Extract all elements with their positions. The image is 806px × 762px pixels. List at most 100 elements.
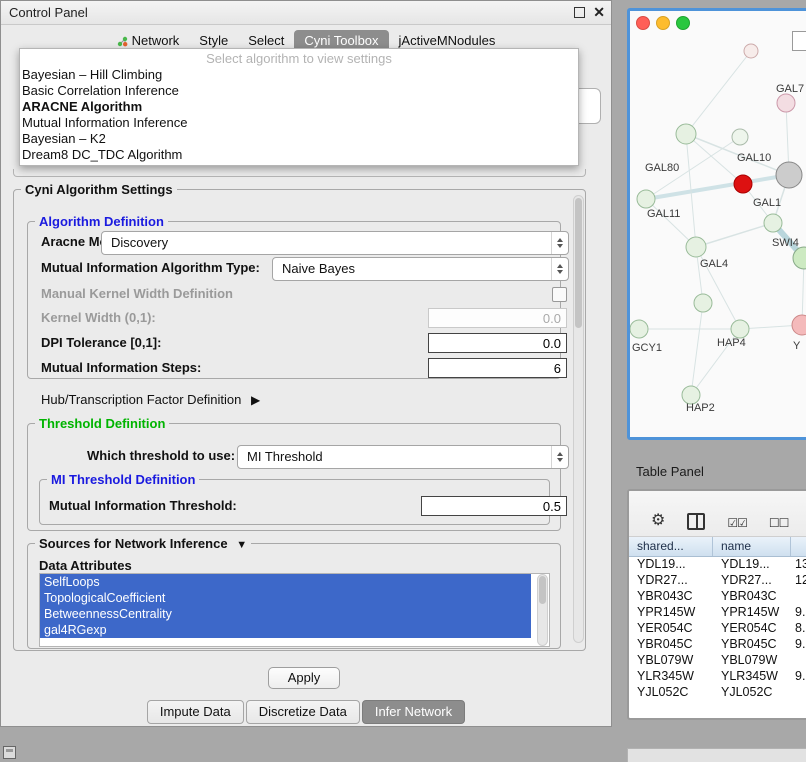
window-zoom-button[interactable] — [676, 16, 690, 30]
network-node[interactable] — [792, 315, 806, 335]
table-cell: YDL19... — [629, 556, 713, 572]
table-cell: YLR345W — [629, 668, 713, 684]
network-node[interactable] — [744, 44, 758, 58]
table-cell: YER054C — [713, 620, 791, 636]
attribute-item[interactable]: BetweennessCentrality — [40, 606, 531, 622]
window-close-button[interactable] — [636, 16, 650, 30]
columns-icon[interactable] — [687, 513, 705, 530]
node-label: GAL4 — [700, 258, 728, 270]
mi-threshold-group-title: MI Threshold Definition — [47, 472, 199, 487]
toolbar-fragment — [792, 31, 806, 51]
kernel-width-field[interactable] — [428, 308, 567, 328]
which-threshold-value: MI Threshold — [238, 447, 551, 467]
table-cell: YBL079W — [713, 652, 791, 668]
node-label: GAL1 — [753, 197, 781, 209]
network-tab-icon — [117, 36, 128, 47]
network-node[interactable] — [694, 294, 712, 312]
node-label: GAL10 — [737, 152, 771, 164]
network-node[interactable] — [676, 124, 696, 144]
algorithm-option[interactable]: Mutual Information Inference — [20, 115, 578, 131]
algorithm-dropdown-popup: Select algorithm to view settings Bayesi… — [19, 48, 579, 166]
kernel-width-label: Kernel Width (0,1): — [41, 307, 156, 329]
table-cell: 9. — [791, 604, 806, 620]
bottom-tab-infer-network[interactable]: Infer Network — [362, 700, 465, 724]
collapse-arrow-icon: ▼ — [236, 539, 247, 551]
table-row[interactable]: YLR345WYLR345W9. — [629, 668, 806, 684]
network-node[interactable] — [734, 175, 752, 193]
table-cell: YJL052C — [629, 684, 713, 700]
combo-stepper-icon — [551, 446, 568, 468]
network-edge — [686, 51, 751, 134]
algorithm-option[interactable]: Dream8 DC_TDC Algorithm — [20, 147, 578, 163]
attributes-scrollbar-thumb[interactable] — [539, 576, 546, 604]
aracne-mode-value: Discovery — [102, 233, 551, 253]
network-node[interactable] — [686, 237, 706, 257]
mi-threshold-field[interactable] — [421, 496, 567, 516]
table-row[interactable]: YJL052CYJL052C — [629, 684, 806, 700]
gear-icon[interactable]: ⚙ — [651, 512, 665, 530]
table-panel-title: Table Panel — [636, 464, 704, 479]
table-row[interactable]: YBR043CYBR043C — [629, 588, 806, 604]
minimized-panel-icon[interactable] — [3, 746, 16, 759]
sources-group-title[interactable]: Sources for Network Inference ▼ — [35, 536, 251, 551]
aracne-mode-combobox[interactable]: Discovery — [101, 231, 569, 255]
deselect-all-icon[interactable]: ☐☐ — [769, 516, 789, 530]
settings-scrollbar[interactable] — [573, 195, 584, 643]
attribute-item[interactable]: TopologicalCoefficient — [40, 590, 531, 606]
network-node[interactable] — [776, 162, 802, 188]
attribute-item[interactable]: SelfLoops — [40, 574, 531, 590]
column-header[interactable]: name — [713, 537, 791, 556]
attribute-item[interactable]: gal4RGexp — [40, 622, 531, 638]
sources-title-text: Sources for Network Inference — [39, 536, 228, 551]
algorithm-option[interactable]: Bayesian – Hill Climbing — [20, 67, 578, 83]
table-cell: 9. — [791, 668, 806, 684]
node-label: Y — [793, 340, 801, 352]
float-window-icon[interactable] — [574, 7, 585, 18]
table-cell: YLR345W — [713, 668, 791, 684]
column-header[interactable]: shared... — [629, 537, 713, 556]
network-node[interactable] — [630, 320, 648, 338]
mi-steps-field[interactable] — [428, 358, 567, 378]
dpi-tolerance-field[interactable] — [428, 333, 567, 353]
network-node[interactable] — [777, 94, 795, 112]
table-body: YDL19...YDL19...13YDR27...YDR27...12YBR0… — [629, 556, 806, 700]
algorithm-option[interactable]: ARACNE Algorithm — [20, 99, 578, 115]
network-node[interactable] — [731, 320, 749, 338]
mi-type-value: Naive Bayes — [273, 259, 551, 279]
algorithm-option[interactable]: Basic Correlation Inference — [20, 83, 578, 99]
table-row[interactable]: YER054CYER054C8. — [629, 620, 806, 636]
select-all-icon[interactable]: ☑☑ — [727, 516, 747, 530]
table-cell — [791, 588, 806, 604]
table-row[interactable]: YDL19...YDL19...13 — [629, 556, 806, 572]
network-node[interactable] — [637, 190, 655, 208]
node-label: HAP4 — [717, 337, 746, 349]
control-panel-titlebar: Control Panel ✕ — [1, 1, 611, 25]
table-row[interactable]: YBL079WYBL079W — [629, 652, 806, 668]
table-row[interactable]: YPR145WYPR145W9. — [629, 604, 806, 620]
which-threshold-combobox[interactable]: MI Threshold — [237, 445, 569, 469]
data-attributes-list[interactable]: SelfLoopsTopologicalCoefficientBetweenne… — [39, 573, 550, 647]
network-node[interactable] — [764, 214, 782, 232]
hub-definition-toggle[interactable]: Hub/Transcription Factor Definition ▶ — [41, 391, 260, 409]
network-canvas[interactable]: GAL7GAL80GAL10GAL1GAL11SWI4GAL4GCY1HAP4Y… — [630, 11, 806, 437]
mi-type-combobox[interactable]: Naive Bayes — [272, 257, 569, 281]
attributes-scrollbar[interactable] — [537, 574, 548, 646]
algorithm-placeholder: Select algorithm to view settings — [20, 51, 578, 67]
table-cell: 9. — [791, 636, 806, 652]
algorithm-option[interactable]: Bayesian – K2 — [20, 131, 578, 147]
settings-scrollbar-thumb[interactable] — [575, 198, 582, 328]
table-cell: YPR145W — [713, 604, 791, 620]
bottom-tab-impute-data[interactable]: Impute Data — [147, 700, 244, 724]
apply-button[interactable]: Apply — [268, 667, 340, 689]
network-node[interactable] — [732, 129, 748, 145]
table-row[interactable]: YDR27...YDR27...12 — [629, 572, 806, 588]
table-cell: 8. — [791, 620, 806, 636]
table-cell: YJL052C — [713, 684, 791, 700]
column-header[interactable] — [791, 537, 806, 556]
manual-kernel-checkbox[interactable] — [552, 287, 567, 302]
table-cell: YBR043C — [629, 588, 713, 604]
table-row[interactable]: YBR045CYBR045C9. — [629, 636, 806, 652]
window-minimize-button[interactable] — [656, 16, 670, 30]
close-icon[interactable]: ✕ — [593, 5, 605, 19]
bottom-tab-discretize-data[interactable]: Discretize Data — [246, 700, 360, 724]
